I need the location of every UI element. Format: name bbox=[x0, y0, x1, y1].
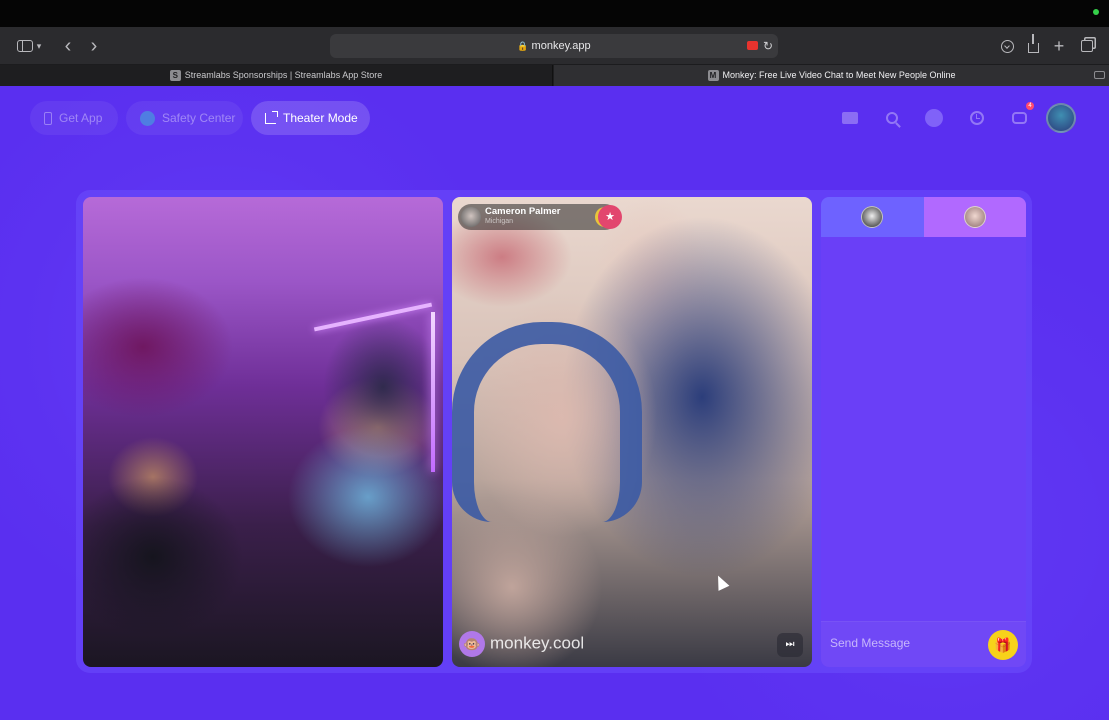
caller-name: Cameron Palmer bbox=[485, 206, 561, 217]
cake-icon bbox=[842, 112, 858, 125]
theater-mode-button[interactable]: Theater Mode bbox=[251, 101, 370, 135]
macos-menu-bar bbox=[0, 0, 1109, 27]
avatar bbox=[1046, 103, 1076, 134]
address-bar[interactable]: 🔒 monkey.app ↻ bbox=[330, 34, 778, 58]
report-badge-icon[interactable]: ★ bbox=[598, 205, 622, 229]
self-video-feed bbox=[83, 197, 443, 667]
history-button[interactable] bbox=[962, 103, 992, 133]
monkey-logo-icon: 🐵 bbox=[459, 631, 485, 657]
call-stage: Cameron Palmer Michigan ♥ ★ 🐵monkey.cool… bbox=[76, 190, 1032, 673]
sidebar-toggle-button[interactable]: ▾ bbox=[14, 35, 44, 57]
get-app-label: Get App bbox=[59, 111, 103, 125]
monkey-favicon-icon: M bbox=[707, 70, 719, 82]
share-icon bbox=[1027, 34, 1039, 54]
caller-location: Michigan bbox=[485, 218, 514, 225]
led-light-strip bbox=[313, 302, 433, 332]
messages-button[interactable]: 4 bbox=[1004, 102, 1034, 133]
participant-tab-2[interactable] bbox=[924, 197, 1026, 237]
camera-active-indicator bbox=[1093, 9, 1099, 15]
message-input[interactable]: Send Message 🎁 bbox=[821, 621, 1026, 667]
sidebar-icon bbox=[16, 40, 33, 53]
avatar bbox=[461, 207, 481, 227]
caller-info-chip[interactable]: Cameron Palmer Michigan ♥ bbox=[458, 204, 618, 230]
back-button[interactable]: ‹ bbox=[58, 35, 78, 57]
message-placeholder: Send Message bbox=[830, 636, 911, 650]
download-icon bbox=[1000, 39, 1014, 53]
theater-mode-label: Theater Mode bbox=[283, 111, 358, 125]
coin-icon bbox=[925, 109, 943, 128]
coins-button[interactable] bbox=[919, 103, 949, 133]
expand-icon bbox=[265, 111, 278, 125]
new-tab-button[interactable]: + bbox=[1049, 35, 1069, 57]
chat-participant-tabs bbox=[821, 197, 1026, 237]
tabs-icon bbox=[1081, 40, 1093, 53]
tab-title: Monkey: Free Live Video Chat to Meet New… bbox=[722, 70, 956, 80]
phone-icon bbox=[44, 112, 52, 126]
watermark-text: monkey.cool bbox=[490, 633, 585, 653]
search-icon bbox=[886, 112, 898, 125]
safety-center-label: Safety Center bbox=[162, 111, 236, 125]
search-button[interactable] bbox=[877, 103, 907, 133]
avatar bbox=[964, 206, 986, 228]
monkey-watermark: 🐵 monkey.cool bbox=[459, 631, 584, 657]
lock-icon: 🔒 bbox=[517, 41, 529, 51]
shield-icon bbox=[140, 111, 155, 127]
tab-monkey[interactable]: M Monkey: Free Live Video Chat to Meet Ne… bbox=[554, 65, 1109, 86]
chevron-down-icon: ▾ bbox=[36, 41, 42, 52]
tab-streamlabs[interactable]: S Streamlabs Sponsorships | Streamlabs Ap… bbox=[0, 65, 553, 86]
partner-video-feed: Cameron Palmer Michigan ♥ ★ 🐵monkey.cool… bbox=[452, 197, 812, 667]
tab-overview-button[interactable] bbox=[1077, 35, 1097, 57]
reload-button[interactable]: ↻ bbox=[763, 34, 773, 58]
birthday-button[interactable] bbox=[835, 103, 865, 133]
browser-toolbar: ▾ ‹ › 🔒 monkey.app ↻ + bbox=[0, 27, 1109, 65]
monkey-app: Get App Safety Center Theater Mode 4 Cam… bbox=[0, 86, 1109, 720]
chat-messages bbox=[821, 237, 1026, 622]
skip-button[interactable]: ⏭ bbox=[777, 633, 803, 657]
url-text: monkey.app bbox=[531, 40, 591, 52]
clock-icon bbox=[970, 111, 984, 126]
tab-title: Streamlabs Sponsorships | Streamlabs App… bbox=[184, 70, 383, 80]
mouse-cursor-icon bbox=[712, 573, 730, 591]
gift-icon: 🎁 bbox=[994, 637, 1012, 653]
chat-bubble-icon bbox=[1011, 112, 1027, 125]
tab-strip: S Streamlabs Sponsorships | Streamlabs Ap… bbox=[0, 65, 1109, 86]
participant-tab-1[interactable] bbox=[821, 197, 924, 237]
gift-button[interactable]: 🎁 bbox=[988, 630, 1018, 660]
video-subject bbox=[452, 322, 642, 522]
chat-panel: Send Message 🎁 bbox=[821, 197, 1026, 667]
profile-button[interactable] bbox=[1046, 103, 1076, 134]
notification-badge: 4 bbox=[1026, 102, 1034, 110]
avatar bbox=[861, 206, 883, 228]
share-button[interactable] bbox=[1023, 34, 1043, 57]
streamlabs-favicon-icon: S bbox=[169, 70, 181, 82]
get-app-button[interactable]: Get App bbox=[30, 101, 118, 135]
forward-button[interactable]: › bbox=[84, 35, 104, 57]
camera-recording-icon[interactable] bbox=[747, 41, 758, 50]
camera-in-use-icon[interactable] bbox=[1094, 71, 1105, 79]
safety-center-button[interactable]: Safety Center bbox=[126, 101, 243, 135]
downloads-button[interactable] bbox=[997, 35, 1017, 57]
led-light-strip bbox=[431, 312, 435, 472]
